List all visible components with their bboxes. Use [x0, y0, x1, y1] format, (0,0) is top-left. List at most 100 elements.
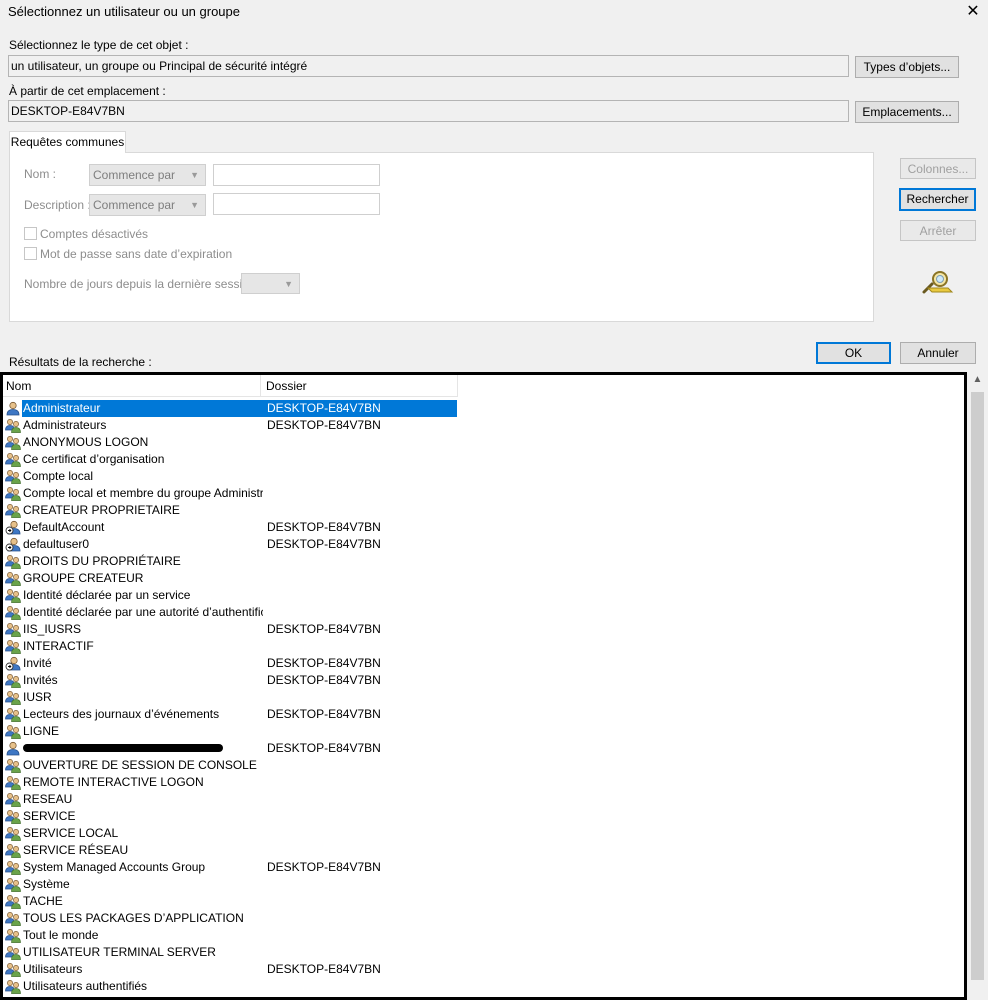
dialog-title: Sélectionnez un utilisateur ou un groupe	[8, 4, 240, 19]
table-row[interactable]: IIS_IUSRS DESKTOP-E84V7BN	[3, 621, 457, 638]
row-folder: DESKTOP-E84V7BN	[263, 400, 457, 417]
row-name: Identité déclarée par une autorité d’aut…	[23, 605, 263, 619]
table-row[interactable]: SERVICE RÉSEAU	[3, 842, 457, 859]
row-folder	[263, 893, 457, 910]
days-since-logon-dropdown[interactable]: ▼	[241, 273, 300, 294]
group-icon	[5, 911, 21, 926]
table-row[interactable]: Utilisateurs DESKTOP-E84V7BN	[3, 961, 457, 978]
non-expiring-password-checkbox[interactable]	[24, 247, 37, 260]
table-row[interactable]: Utilisateurs authentifiés	[3, 978, 457, 995]
group-icon	[5, 588, 21, 603]
group-icon	[5, 809, 21, 824]
group-icon	[5, 452, 21, 467]
table-row[interactable]: defaultuser0 DESKTOP-E84V7BN	[3, 536, 457, 553]
row-name: DefaultAccount	[23, 520, 105, 534]
name-mode-dropdown[interactable]: Commence par ▼	[89, 164, 206, 186]
vertical-scrollbar[interactable]: ▲	[967, 372, 988, 1000]
object-type-field: un utilisateur, un groupe ou Principal d…	[8, 55, 849, 77]
name-input[interactable]	[213, 164, 380, 186]
description-input[interactable]	[213, 193, 380, 215]
row-name: Utilisateurs authentifiés	[23, 979, 148, 993]
object-types-button[interactable]: Types d’objets...	[855, 56, 959, 78]
row-folder	[263, 910, 457, 927]
table-row[interactable]: DESKTOP-E84V7BN	[3, 740, 457, 757]
table-row[interactable]: TACHE	[3, 893, 457, 910]
column-separator[interactable]	[457, 375, 458, 397]
cancel-button[interactable]: Annuler	[900, 342, 976, 364]
row-name: IUSR	[23, 690, 52, 704]
row-folder: DESKTOP-E84V7BN	[267, 656, 381, 670]
row-folder	[263, 485, 457, 502]
row-name: Administrateur	[22, 400, 263, 417]
close-icon[interactable]: ✕	[964, 2, 982, 22]
row-name: TACHE	[23, 894, 63, 908]
row-name: OUVERTURE DE SESSION DE CONSOLE	[23, 758, 257, 772]
row-name: Lecteurs des journaux d’événements	[23, 707, 220, 721]
table-row[interactable]: OUVERTURE DE SESSION DE CONSOLE	[3, 757, 457, 774]
disabled-accounts-checkbox[interactable]	[24, 227, 37, 240]
table-row[interactable]: TOUS LES PACKAGES D’APPLICATION	[3, 910, 457, 927]
table-row[interactable]: System Managed Accounts Group DESKTOP-E84…	[3, 859, 457, 876]
row-name: RESEAU	[23, 792, 73, 806]
description-mode-dropdown[interactable]: Commence par ▼	[89, 194, 206, 216]
column-separator[interactable]	[260, 375, 261, 397]
scroll-thumb[interactable]	[971, 392, 984, 980]
disabled-user-icon	[5, 520, 21, 535]
table-row[interactable]: Ce certificat d’organisation	[3, 451, 457, 468]
row-folder	[263, 791, 457, 808]
table-row[interactable]: Identité déclarée par un service	[3, 587, 457, 604]
table-row[interactable]: Compte local	[3, 468, 457, 485]
tab-common-queries[interactable]: Requêtes communes	[9, 131, 126, 153]
table-row[interactable]: SERVICE LOCAL	[3, 825, 457, 842]
table-row[interactable]: Invités DESKTOP-E84V7BN	[3, 672, 457, 689]
search-button[interactable]: Rechercher	[899, 188, 976, 211]
table-row[interactable]: IUSR	[3, 689, 457, 706]
table-row[interactable]: ANONYMOUS LOGON	[3, 434, 457, 451]
scroll-up-icon[interactable]: ▲	[970, 374, 985, 389]
table-row[interactable]: SERVICE	[3, 808, 457, 825]
column-header-folder[interactable]: Dossier	[263, 375, 457, 397]
column-header-name[interactable]: Nom	[3, 375, 260, 397]
table-row[interactable]: RESEAU	[3, 791, 457, 808]
ok-button[interactable]: OK	[816, 342, 891, 364]
group-icon	[5, 877, 21, 892]
group-icon	[5, 673, 21, 688]
group-icon	[5, 554, 21, 569]
table-row[interactable]: CREATEUR PROPRIETAIRE	[3, 502, 457, 519]
table-row[interactable]: DefaultAccount DESKTOP-E84V7BN	[3, 519, 457, 536]
object-type-label: Sélectionnez le type de cet objet :	[9, 38, 189, 52]
row-folder	[263, 944, 457, 961]
group-icon	[5, 418, 21, 433]
row-name: Invités	[23, 673, 58, 687]
group-icon	[5, 775, 21, 790]
table-row[interactable]: UTILISATEUR TERMINAL SERVER	[3, 944, 457, 961]
results-list[interactable]: Nom Dossier Administrateur DESKTOP-E84V7B…	[0, 372, 967, 1000]
group-icon	[5, 622, 21, 637]
table-row[interactable]: LIGNE	[3, 723, 457, 740]
name-mode-value: Commence par	[93, 168, 176, 182]
row-name: Système	[23, 877, 70, 891]
table-row[interactable]: GROUPE CREATEUR	[3, 570, 457, 587]
table-row[interactable]: Invité DESKTOP-E84V7BN	[3, 655, 457, 672]
row-folder	[263, 978, 457, 995]
table-row[interactable]: INTERACTIF	[3, 638, 457, 655]
table-row[interactable]: Administrateurs DESKTOP-E84V7BN	[3, 417, 457, 434]
locations-button[interactable]: Emplacements...	[855, 101, 959, 123]
table-row[interactable]: Administrateur DESKTOP-E84V7BN	[3, 400, 457, 417]
row-folder	[263, 468, 457, 485]
table-row[interactable]: Système	[3, 876, 457, 893]
table-row[interactable]: Lecteurs des journaux d’événements DESKTO…	[3, 706, 457, 723]
table-row[interactable]: REMOTE INTERACTIVE LOGON	[3, 774, 457, 791]
group-icon	[5, 894, 21, 909]
row-name: System Managed Accounts Group	[23, 860, 206, 874]
table-row[interactable]: Tout le monde	[3, 927, 457, 944]
disabled-accounts-label: Comptes désactivés	[40, 227, 149, 241]
stop-button[interactable]: Arrêter	[900, 220, 976, 241]
table-row[interactable]: DROITS DU PROPRIÉTAIRE	[3, 553, 457, 570]
row-name: Administrateurs	[23, 418, 107, 432]
table-row[interactable]: Compte local et membre du groupe Adminis…	[3, 485, 457, 502]
group-icon	[5, 826, 21, 841]
days-since-logon-label: Nombre de jours depuis la dernière sessi…	[24, 277, 263, 291]
table-row[interactable]: Identité déclarée par une autorité d’aut…	[3, 604, 457, 621]
columns-button[interactable]: Colonnes...	[900, 158, 976, 179]
